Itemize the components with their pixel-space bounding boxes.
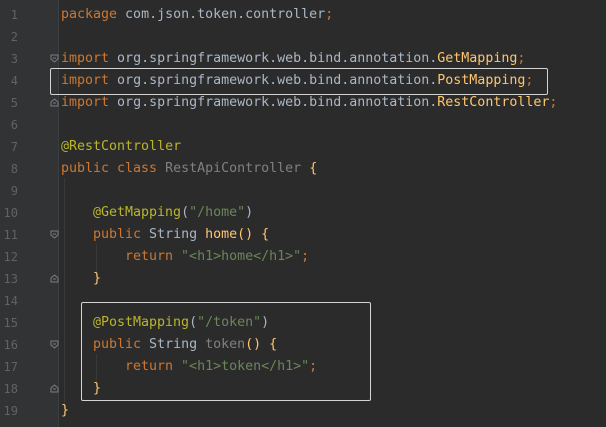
semicolon: ;	[517, 51, 526, 66]
line-number: 4	[10, 74, 18, 88]
code-line-11[interactable]: 11 public String home() {	[0, 224, 606, 246]
code-line-3[interactable]: 3 import org.springframework.web.bind.an…	[0, 48, 606, 70]
line-content: import org.springframework.web.bind.anno…	[61, 92, 557, 114]
line-number: 3	[10, 52, 18, 66]
class-name: RestApiController	[157, 161, 310, 176]
line-number: 18	[3, 382, 18, 396]
keyword: public	[93, 227, 142, 242]
line-number: 11	[3, 228, 18, 242]
line-number: 8	[10, 162, 18, 176]
semicolon: ;	[301, 249, 310, 264]
code-line-1[interactable]: 1 package com.json.token.controller;	[0, 4, 606, 26]
line-number: 12	[3, 250, 18, 264]
brace: {	[309, 161, 318, 176]
highlight-box-token-method	[81, 302, 371, 401]
line-number: 9	[10, 184, 18, 198]
line-number: 5	[10, 96, 18, 110]
package-name: com.json.token.controller	[117, 7, 326, 22]
annotation: @GetMapping	[93, 205, 182, 220]
line-content: return "<h1>home</h1>";	[125, 246, 309, 268]
code-line-5[interactable]: 5 import org.springframework.web.bind.an…	[0, 92, 606, 114]
line-number: 6	[10, 118, 18, 132]
keyword: import	[61, 95, 110, 110]
import-path: org.springframework.web.bind.annotation.	[109, 51, 438, 66]
code-line-8[interactable]: 8 public class RestApiController {	[0, 158, 606, 180]
line-content: public class RestApiController {	[61, 158, 317, 180]
method-name: home	[205, 227, 238, 242]
line-content: package com.json.token.controller;	[61, 4, 333, 26]
line-number: 10	[3, 206, 18, 220]
parens: ()	[237, 227, 254, 242]
line-number: 15	[3, 316, 18, 330]
line-number: 1	[10, 8, 18, 22]
code-line-7[interactable]: 7 @RestController	[0, 136, 606, 158]
string-literal: "/home"	[189, 205, 246, 220]
line-number: 16	[3, 338, 18, 352]
code-line-13[interactable]: 13 }	[0, 268, 606, 290]
import-class: GetMapping	[437, 51, 518, 66]
code-editor[interactable]: 1 package com.json.token.controller; 2 3…	[0, 0, 606, 427]
import-class: RestController	[437, 95, 550, 110]
brace: }	[93, 271, 102, 286]
string-literal: "<h1>home</h1>"	[173, 249, 302, 264]
line-content: }	[61, 400, 69, 422]
code-line-2[interactable]: 2	[0, 26, 606, 48]
semicolon: ;	[549, 95, 558, 110]
code-line-10[interactable]: 10 @GetMapping("/home")	[0, 202, 606, 224]
line-content: import org.springframework.web.bind.anno…	[61, 48, 525, 70]
fold-end-icon[interactable]	[50, 384, 59, 393]
fold-marker-icon[interactable]	[50, 230, 59, 239]
fold-end-icon[interactable]	[50, 274, 59, 283]
code-line-9[interactable]: 9	[0, 180, 606, 202]
keyword: return	[125, 249, 174, 264]
fold-marker-icon[interactable]	[50, 340, 59, 349]
line-content: public String home() {	[93, 224, 269, 246]
import-path: org.springframework.web.bind.annotation.	[109, 95, 438, 110]
brace: }	[61, 403, 70, 418]
return-type: String	[141, 227, 206, 242]
code-line-19[interactable]: 19 }	[0, 400, 606, 422]
code-line-12[interactable]: 12 return "<h1>home</h1>";	[0, 246, 606, 268]
line-number: 13	[3, 272, 18, 286]
line-number: 17	[3, 360, 18, 374]
highlight-box-postmapping-import	[50, 68, 548, 95]
keyword: public class	[61, 161, 158, 176]
annotation: @RestController	[61, 139, 182, 154]
keyword: import	[61, 51, 110, 66]
line-number: 14	[3, 294, 18, 308]
keyword: package	[61, 7, 118, 22]
fold-marker-icon[interactable]	[50, 54, 59, 63]
paren: )	[245, 205, 254, 220]
brace: {	[253, 227, 270, 242]
line-content: @RestController	[61, 136, 181, 158]
line-number: 2	[10, 30, 18, 44]
paren: (	[181, 205, 190, 220]
line-number: 7	[10, 140, 18, 154]
line-content: @GetMapping("/home")	[93, 202, 253, 224]
semicolon: ;	[325, 7, 334, 22]
code-line-6[interactable]: 6	[0, 114, 606, 136]
fold-end-icon[interactable]	[50, 98, 59, 107]
line-content: }	[93, 268, 101, 290]
line-number: 19	[3, 404, 18, 418]
